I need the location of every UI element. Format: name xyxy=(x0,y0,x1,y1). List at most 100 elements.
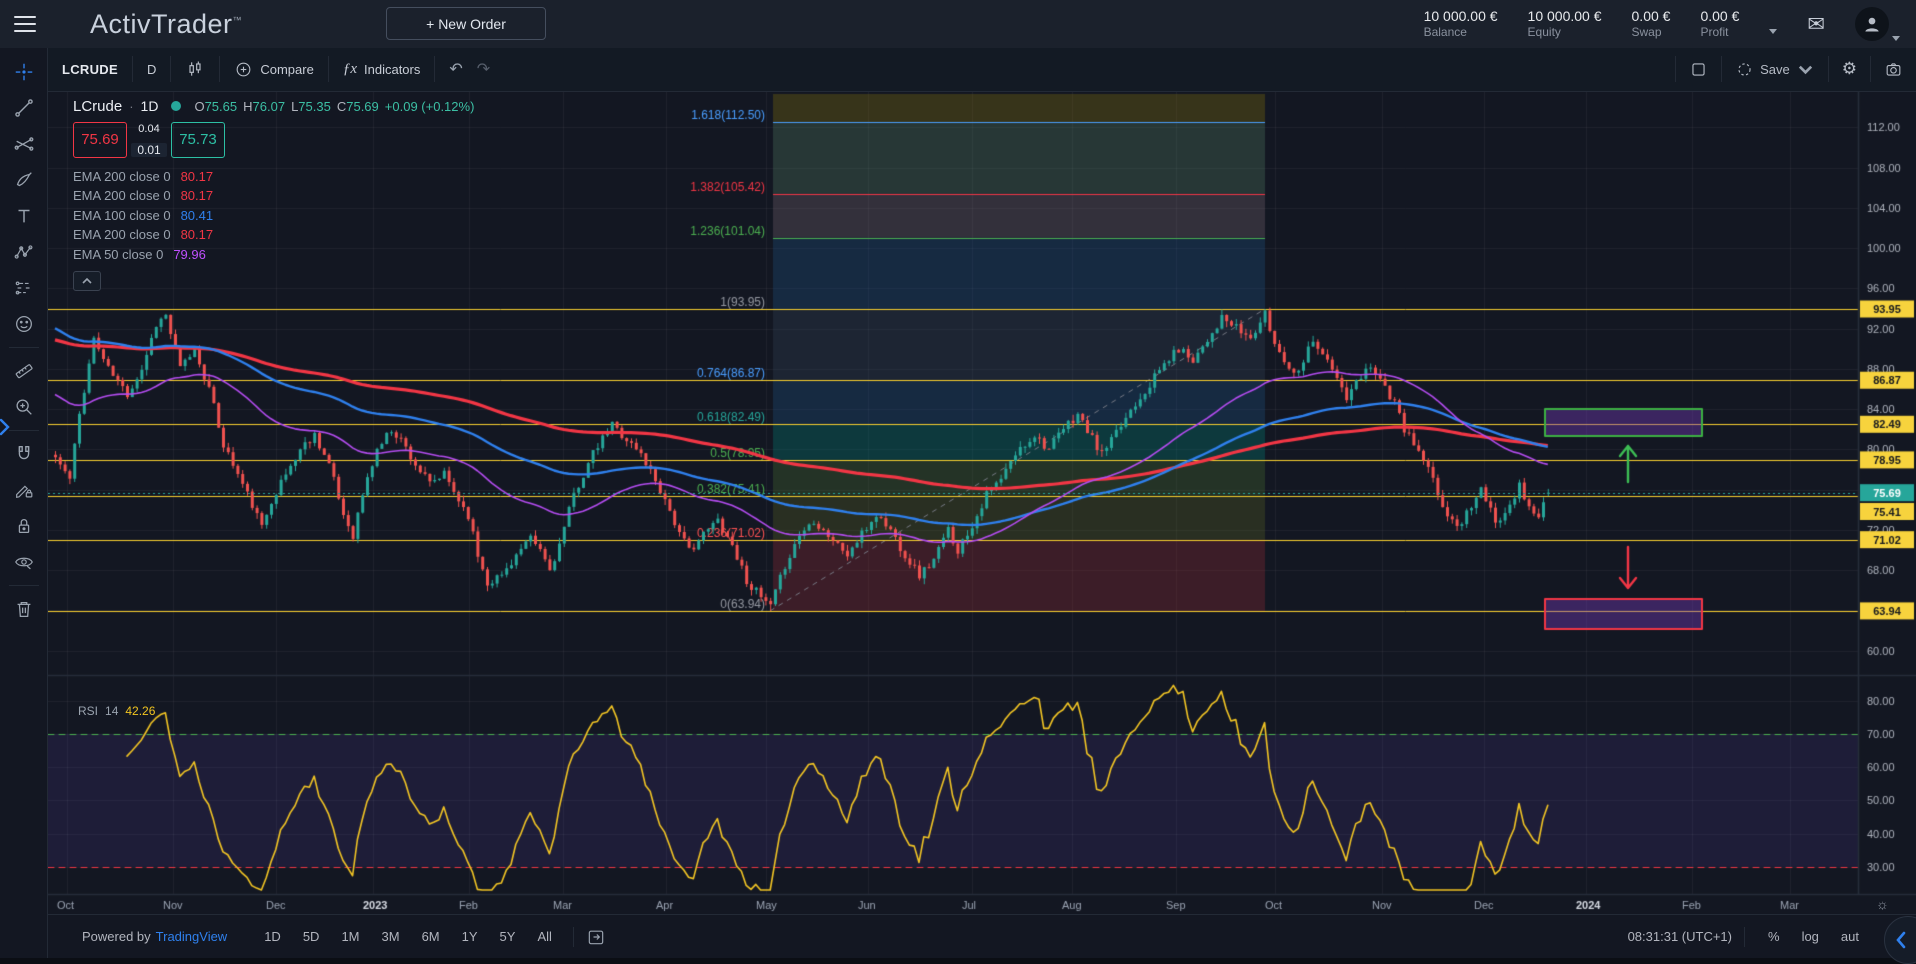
ema-value: 79.96 xyxy=(173,245,206,265)
profit-dropdown-chevron-icon[interactable] xyxy=(1769,29,1777,34)
range-button[interactable]: 5D xyxy=(294,925,329,948)
hamburger-icon[interactable] xyxy=(14,16,36,32)
ema-legend-row[interactable]: EMA 200 close 0 80.17 xyxy=(73,186,474,206)
ema-legend-row[interactable]: EMA 50 close 0 79.96 xyxy=(73,245,474,265)
drawing-toolbar xyxy=(0,48,48,958)
layout-icon[interactable] xyxy=(1675,56,1721,82)
ema-label: EMA 100 close 0 xyxy=(73,206,171,226)
toolbar-separator xyxy=(9,430,39,431)
ohlc-values: O75.65 H76.07 L75.35 C75.69 +0.09 (+0.12… xyxy=(194,99,474,114)
stat-value: 10 000.00 € xyxy=(1424,8,1498,26)
range-button[interactable]: 1Y xyxy=(453,925,487,948)
account-stats: 10 000.00 € Balance 10 000.00 € Equity 0… xyxy=(1424,7,1916,41)
range-button[interactable]: 1M xyxy=(332,925,368,948)
range-button[interactable]: 6M xyxy=(413,925,449,948)
range-button[interactable]: All xyxy=(528,925,560,948)
settings-gear-icon[interactable]: ⚙ xyxy=(1828,56,1870,82)
ema-label: EMA 50 close 0 xyxy=(73,245,163,265)
trademark: ™ xyxy=(233,15,243,25)
compare-button[interactable]: Compare xyxy=(220,56,328,82)
ema-value: 80.17 xyxy=(181,167,214,187)
account-stat: 0.00 € Swap xyxy=(1632,8,1671,41)
ema-label: EMA 200 close 0 xyxy=(73,186,171,206)
chart-style-candles-icon[interactable] xyxy=(171,56,220,82)
log-scale-button[interactable]: log xyxy=(1791,929,1830,944)
brush-tool[interactable] xyxy=(7,163,41,197)
theme-sun-icon[interactable]: ☼ xyxy=(1876,896,1889,912)
ruler-tool[interactable] xyxy=(7,354,41,388)
footer-right: 08:31:31 (UTC+1) % log aut xyxy=(1628,927,1916,947)
ema-legend-row[interactable]: EMA 200 close 0 80.17 xyxy=(73,167,474,187)
avatar-icon[interactable] xyxy=(1855,7,1889,41)
magnet-tool[interactable] xyxy=(7,437,41,471)
stat-label: Equity xyxy=(1528,25,1602,40)
save-layout-button[interactable]: Save xyxy=(1721,56,1828,82)
forecast-tool[interactable] xyxy=(7,271,41,305)
activtrader-app: { "header": { "logo": "ActivTrader", "lo… xyxy=(0,0,1916,964)
legend-symbol[interactable]: LCrude xyxy=(73,98,122,115)
chevron-left-icon xyxy=(1894,930,1908,950)
ema-legend-row[interactable]: EMA 100 close 0 80.41 xyxy=(73,206,474,226)
new-order-button[interactable]: + New Order xyxy=(386,7,546,40)
emoji-tool[interactable] xyxy=(7,307,41,341)
ema-label: EMA 200 close 0 xyxy=(73,225,171,245)
lock-all-tool[interactable] xyxy=(7,509,41,543)
symbol-search[interactable]: LCRUDE xyxy=(48,56,133,82)
ema-label: EMA 200 close 0 xyxy=(73,167,171,187)
left-panel-expander-chevron-icon[interactable] xyxy=(0,416,11,438)
crosshair-tool[interactable] xyxy=(7,55,41,89)
clock[interactable]: 08:31:31 (UTC+1) xyxy=(1628,929,1732,944)
percent-scale-button[interactable]: % xyxy=(1757,929,1791,944)
legend-interval[interactable]: 1D xyxy=(141,98,159,114)
rsi-period: 14 xyxy=(105,704,118,718)
range-button[interactable]: 5Y xyxy=(491,925,525,948)
ema-value: 80.17 xyxy=(181,186,214,206)
account-stat: 0.00 € Profit xyxy=(1700,8,1739,41)
text-tool[interactable] xyxy=(7,199,41,233)
chevron-up-icon xyxy=(81,277,93,285)
range-button[interactable]: 1D xyxy=(255,925,290,948)
stat-label: Balance xyxy=(1424,25,1498,40)
avatar-dropdown-chevron-icon[interactable] xyxy=(1892,36,1900,41)
buy-price-button[interactable]: 75.73 xyxy=(171,122,225,158)
range-button[interactable]: 3M xyxy=(373,925,409,948)
indicators-button[interactable]: ƒx Indicators xyxy=(329,56,436,82)
account-menu[interactable] xyxy=(1855,7,1900,41)
mail-icon[interactable]: ✉ xyxy=(1807,12,1825,37)
account-stat: 10 000.00 € Equity xyxy=(1528,8,1602,41)
pattern-tool[interactable] xyxy=(7,235,41,269)
rsi-label: RSI xyxy=(78,704,98,718)
camera-snapshot-icon[interactable] xyxy=(1870,56,1916,82)
sell-price-button[interactable]: 75.69 xyxy=(73,122,127,158)
auto-scale-button[interactable]: aut xyxy=(1830,929,1870,944)
delete-tool[interactable] xyxy=(7,592,41,626)
fib-tool[interactable] xyxy=(7,127,41,161)
trendline-tool[interactable] xyxy=(7,91,41,125)
undo-icon[interactable]: ↶ xyxy=(449,59,462,79)
hide-all-tool[interactable] xyxy=(7,545,41,579)
spread-indicator: 0.04 0.01 xyxy=(127,122,171,158)
chart-legend: LCrude · 1D O75.65 H76.07 L75.35 C75.69 … xyxy=(73,98,474,292)
legend-separator: · xyxy=(129,99,133,114)
toolbar-separator xyxy=(9,347,39,348)
app-header: ActivTrader™ + New Order 10 000.00 € Bal… xyxy=(0,0,1916,48)
go-to-date-icon[interactable] xyxy=(586,927,606,947)
stats-list: 10 000.00 € Balance 10 000.00 € Equity 0… xyxy=(1424,8,1740,41)
legend-collapse-button[interactable] xyxy=(73,271,101,291)
draw-lock-tool[interactable] xyxy=(7,473,41,507)
market-status-dot xyxy=(171,101,181,111)
stat-label: Profit xyxy=(1700,25,1739,40)
interval-selector[interactable]: D xyxy=(133,56,171,82)
zoom-in-tool[interactable] xyxy=(7,390,41,424)
cloud-save-icon xyxy=(1735,60,1754,79)
redo-icon[interactable]: ↷ xyxy=(477,59,490,79)
stat-label: Swap xyxy=(1632,25,1671,40)
toolbar-separator xyxy=(9,585,39,586)
ema-legend-row[interactable]: EMA 200 close 0 80.17 xyxy=(73,225,474,245)
app-logo: ActivTrader™ xyxy=(90,9,242,40)
tradingview-link[interactable]: TradingView xyxy=(156,929,228,944)
footer-divider xyxy=(1744,927,1745,947)
footer-divider xyxy=(573,927,574,947)
rsi-legend[interactable]: RSI 14 42.26 xyxy=(78,704,155,718)
powered-by-text: Powered by xyxy=(82,929,151,944)
